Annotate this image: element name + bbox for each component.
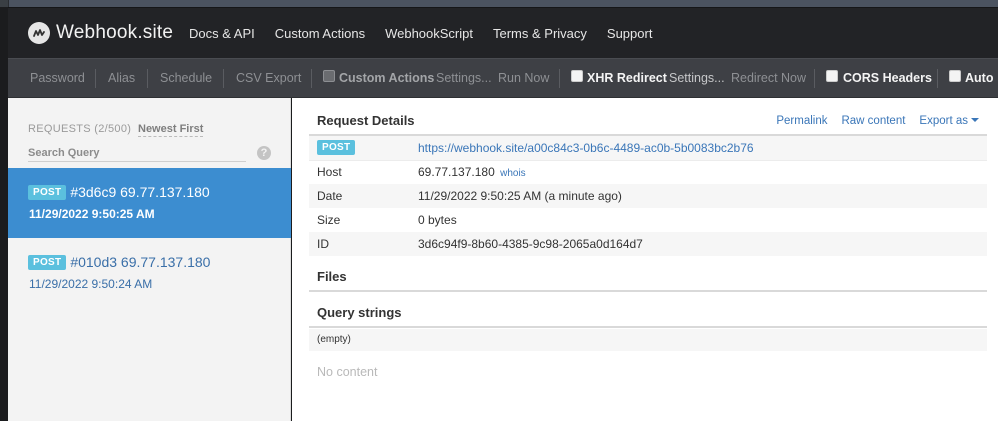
xhr-redirect-label: XHR Redirect — [587, 71, 667, 85]
raw-content-link[interactable]: Raw content — [841, 115, 905, 127]
xhr-redirect-checkbox[interactable] — [571, 70, 583, 82]
nav-support[interactable]: Support — [607, 26, 653, 41]
password-button[interactable]: Password — [30, 71, 85, 85]
query-strings-title: Query strings — [317, 305, 402, 320]
brand-name: Webhook.site — [56, 22, 174, 43]
export-as-dropdown[interactable]: Export as — [919, 115, 979, 127]
requests-count-label: REQUESTS (2/500) — [28, 123, 132, 135]
request-url-value: https://webhook.site/a00c84c3-0b6c-4489-… — [418, 141, 754, 155]
toolbar-separator — [559, 69, 560, 88]
request-details-title: Request Details — [317, 113, 415, 128]
toolbar-separator — [223, 69, 224, 88]
detail-row-url: POST https://webhook.site/a00c84c3-0b6c-… — [309, 136, 987, 160]
request-date: 11/29/2022 9:50:25 AM — [29, 207, 155, 221]
method-badge: POST — [28, 255, 67, 270]
detail-row-id: ID 3d6c94f9-8b60-4385-9c98-2065a0d164d7 — [309, 232, 987, 256]
query-strings-empty: (empty) — [317, 334, 351, 345]
permalink-link[interactable]: Permalink — [776, 115, 827, 127]
redirect-now-button[interactable]: Redirect Now — [731, 71, 806, 85]
request-list-item[interactable]: POST #3d6c9 69.77.137.180 11/29/2022 9:5… — [8, 168, 291, 238]
custom-actions-checkbox[interactable] — [323, 70, 335, 82]
request-url-link[interactable]: https://webhook.site/a00c84c3-0b6c-4489-… — [418, 141, 754, 155]
top-strip-inner — [8, 0, 998, 7]
detail-row-host: Host 69.77.137.180 whois — [309, 160, 987, 184]
sidebar: REQUESTS (2/500) Newest First ? POST #3d… — [8, 98, 291, 421]
id-value: 3d6c94f9-8b60-4385-9c98-2065a0d164d7 — [418, 237, 643, 251]
nav-links: Docs & API Custom Actions WebhookScript … — [189, 26, 672, 41]
divider — [309, 290, 987, 292]
host-value: 69.77.137.180 — [418, 165, 495, 179]
query-strings-empty-row: (empty) — [309, 329, 987, 351]
request-id-ip: #010d3 69.77.137.180 — [70, 254, 211, 270]
no-content-text: No content — [317, 365, 378, 379]
custom-actions-label: Custom Actions — [339, 71, 435, 85]
toolbar-separator — [814, 69, 815, 88]
nav-docs-api[interactable]: Docs & API — [189, 26, 255, 41]
request-id-ip: #3d6c9 69.77.137.180 — [70, 184, 210, 200]
xhr-redirect-settings-button[interactable]: Settings... — [669, 71, 725, 85]
request-title: POST #010d3 69.77.137.180 — [28, 254, 210, 270]
custom-actions-settings-button[interactable]: Settings... — [436, 71, 492, 85]
request-title: POST #3d6c9 69.77.137.180 — [28, 184, 210, 200]
method-badge: POST — [317, 140, 356, 155]
search-query-input[interactable] — [28, 144, 246, 162]
toolbar-separator — [311, 69, 312, 88]
navbar: Webhook.site Docs & API Custom Actions W… — [8, 7, 998, 58]
id-label: ID — [317, 237, 329, 251]
nav-webhookscript[interactable]: WebhookScript — [385, 26, 473, 41]
request-date: 11/29/2022 9:50:24 AM — [29, 277, 153, 291]
export-as-label: Export as — [919, 115, 968, 127]
detail-row-date: Date 11/29/2022 9:50:25 AM (a minute ago… — [309, 184, 987, 208]
toolbar-separator — [937, 69, 938, 88]
date-label: Date — [317, 189, 343, 203]
toolbar: Password Alias Schedule CSV Export Custo… — [8, 58, 998, 98]
caret-down-icon — [971, 118, 979, 122]
host-value-cell: 69.77.137.180 whois — [418, 165, 526, 179]
left-edge — [0, 7, 8, 421]
question-circle-icon[interactable]: ? — [257, 146, 271, 160]
window-top-strip — [0, 0, 998, 7]
nav-terms-privacy[interactable]: Terms & Privacy — [493, 26, 587, 41]
date-value: 11/29/2022 9:50:25 AM (a minute ago) — [418, 189, 622, 203]
auto-checkbox[interactable] — [949, 70, 961, 82]
size-label: Size — [317, 213, 341, 227]
alias-button[interactable]: Alias — [108, 71, 135, 85]
csv-export-button[interactable]: CSV Export — [236, 71, 301, 85]
size-value: 0 bytes — [418, 213, 457, 227]
cors-headers-label: CORS Headers — [843, 71, 932, 85]
nav-custom-actions[interactable]: Custom Actions — [275, 26, 365, 41]
details-actions: Permalink Raw content Export as — [762, 115, 979, 127]
request-list-item[interactable]: POST #010d3 69.77.137.180 11/29/2022 9:5… — [8, 238, 291, 308]
request-details-panel: Request Details Permalink Raw content Ex… — [292, 98, 998, 421]
brand[interactable]: Webhook.site — [28, 22, 173, 44]
toolbar-separator — [95, 69, 96, 88]
sort-order-toggle[interactable]: Newest First — [138, 123, 204, 137]
method-badge: POST — [28, 185, 67, 200]
whois-link[interactable]: whois — [500, 168, 526, 179]
toolbar-separator — [147, 69, 148, 88]
webhook-logo-icon — [28, 22, 50, 44]
run-now-button[interactable]: Run Now — [498, 71, 549, 85]
files-title: Files — [317, 269, 347, 284]
divider — [309, 326, 987, 328]
auto-label: Auto — [965, 71, 994, 85]
schedule-button[interactable]: Schedule — [160, 71, 212, 85]
method-cell: POST — [317, 140, 356, 155]
detail-row-size: Size 0 bytes — [309, 208, 987, 232]
host-label: Host — [317, 165, 342, 179]
cors-headers-checkbox[interactable] — [826, 70, 838, 82]
